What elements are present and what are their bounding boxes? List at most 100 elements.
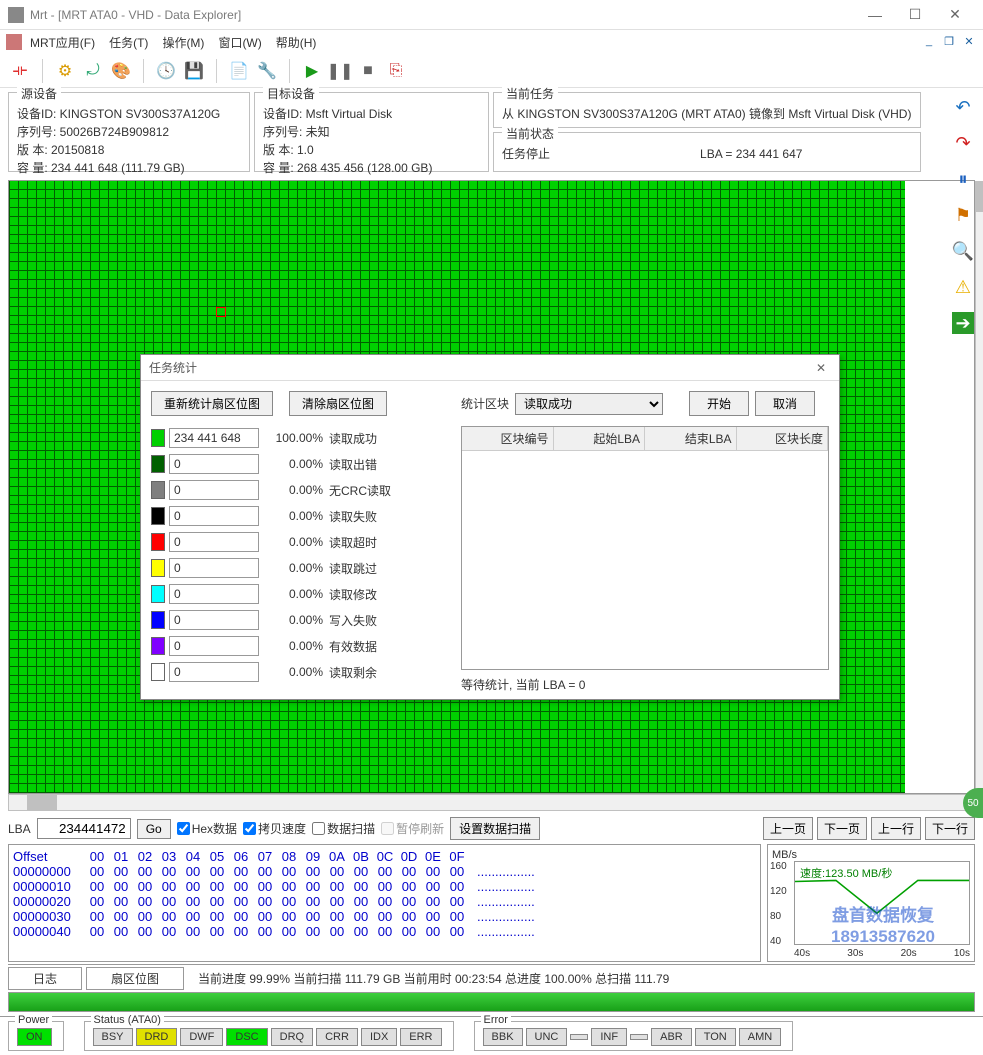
map-hscrollbar[interactable]	[8, 794, 975, 811]
menu-help[interactable]: 帮助(H)	[276, 34, 317, 51]
dst-ver: 版 本: 1.0	[263, 141, 480, 159]
toolbar-gear-icon[interactable]: ⚙	[53, 59, 77, 83]
minimize-button[interactable]: —	[855, 0, 895, 30]
stat-pct: 0.00%	[265, 535, 323, 549]
speed-unit: MB/s	[772, 849, 970, 861]
mdi-min-button[interactable]: _	[921, 35, 937, 49]
cb-pause[interactable]: 暂停刷新	[381, 820, 444, 837]
prev-page-button[interactable]: 上一页	[763, 817, 813, 840]
start-button[interactable]: 开始	[689, 391, 749, 416]
mdi-close-button[interactable]: ✕	[961, 35, 977, 49]
side-search-icon[interactable]: 🔍	[952, 240, 974, 262]
dialog-close-button[interactable]: ✕	[811, 361, 831, 375]
toolbar-hammer-icon[interactable]: 🔧	[255, 59, 279, 83]
stat-swatch	[151, 507, 165, 525]
src-cap: 容 量: 234 441 648 (111.79 GB)	[17, 159, 241, 177]
maximize-button[interactable]: ☐	[895, 0, 935, 30]
stat-label: 无CRC读取	[329, 482, 391, 499]
side-undo-icon[interactable]: ↶	[952, 96, 974, 118]
toolbar-refresh-icon[interactable]: ⤾	[81, 59, 105, 83]
toolbar-device-icon[interactable]: ⟛	[8, 59, 32, 83]
cb-scan[interactable]: 数据扫描	[312, 820, 375, 837]
toolbar-save-icon[interactable]: 💾	[182, 59, 206, 83]
panel-state: 当前状态 任务停止LBA = 234 441 647	[493, 132, 921, 172]
toolbar-clock-icon[interactable]: 🕓	[154, 59, 178, 83]
th-start[interactable]: 起始LBA	[554, 427, 646, 450]
led-bsy: BSY	[93, 1028, 133, 1046]
src-ver: 版 本: 20150818	[17, 141, 241, 159]
toolbar-exit-icon[interactable]: ⎘	[384, 59, 408, 83]
hex-view[interactable]: Offset 000102030405060708090A0B0C0D0E0F …	[8, 844, 761, 962]
block-label: 统计区块	[461, 395, 509, 412]
block-table[interactable]: 区块编号 起始LBA 结束LBA 区块长度	[461, 426, 829, 670]
toolbar-play-icon[interactable]: ▶	[300, 59, 324, 83]
lba-input[interactable]	[37, 818, 131, 839]
led-on: ON	[17, 1028, 52, 1046]
menu-app[interactable]: MRT应用(F)	[30, 34, 95, 51]
toolbar-palette-icon[interactable]: 🎨	[109, 59, 133, 83]
panel-source-title: 源设备	[17, 85, 61, 102]
recalc-button[interactable]: 重新统计扇区位图	[151, 391, 273, 416]
led-drd: DRD	[136, 1028, 178, 1046]
state-lba: LBA = 234 441 647	[700, 145, 802, 163]
info-panels: 源设备 设备ID: KINGSTON SV300S37A120G 序列号: 50…	[0, 88, 983, 176]
hex-header-offset: Offset	[13, 849, 85, 864]
side-toolbar: ↶ ↷ ⏸ ⚑ 🔍 ⚠ ➔	[949, 96, 977, 334]
stat-value: 234 441 648	[169, 428, 259, 448]
stat-value: 0	[169, 558, 259, 578]
led-drq: DRQ	[271, 1028, 313, 1046]
panel-dest: 目标设备 设备ID: Msft Virtual Disk 序列号: 未知 版 本…	[254, 92, 489, 172]
menu-win[interactable]: 窗口(W)	[218, 34, 261, 51]
side-warn-icon[interactable]: ⚠	[952, 276, 974, 298]
app-menu-icon[interactable]	[6, 34, 22, 50]
stat-value: 0	[169, 480, 259, 500]
cancel-button[interactable]: 取消	[755, 391, 815, 416]
close-button[interactable]: ✕	[935, 0, 975, 30]
next-row-button[interactable]: 下一行	[925, 817, 975, 840]
lba-label: LBA	[8, 822, 31, 836]
th-id[interactable]: 区块编号	[462, 427, 554, 450]
stat-swatch	[151, 559, 165, 577]
led-err: AMN	[739, 1028, 781, 1046]
stat-value: 0	[169, 532, 259, 552]
stat-label: 读取修改	[329, 586, 377, 603]
th-end[interactable]: 结束LBA	[645, 427, 737, 450]
stat-swatch	[151, 663, 165, 681]
go-button[interactable]: Go	[137, 819, 171, 839]
toolbar-doc-icon[interactable]: 📄	[227, 59, 251, 83]
side-next-icon[interactable]: ➔	[952, 312, 974, 334]
toolbar: ⟛ ⚙ ⤾ 🎨 🕓 💾 📄 🔧 ▶ ❚❚ ■ ⎘	[0, 54, 983, 88]
src-id: 设备ID: KINGSTON SV300S37A120G	[17, 105, 241, 123]
prev-row-button[interactable]: 上一行	[871, 817, 921, 840]
panel-state-title: 当前状态	[502, 125, 558, 142]
stat-swatch	[151, 637, 165, 655]
toolbar-stop-icon[interactable]: ■	[356, 59, 380, 83]
side-redo-icon[interactable]: ↷	[952, 132, 974, 154]
th-len[interactable]: 区块长度	[737, 427, 829, 450]
sector-cursor	[216, 307, 226, 317]
cb-hex[interactable]: Hex数据	[177, 820, 237, 837]
side-flag-icon[interactable]: ⚑	[952, 204, 974, 226]
led-idx: IDX	[361, 1028, 397, 1046]
window-title: Mrt - [MRT ATA0 - VHD - Data Explorer]	[30, 8, 855, 22]
tab-log[interactable]: 日志	[8, 967, 82, 990]
stat-value: 0	[169, 584, 259, 604]
tab-map[interactable]: 扇区位图	[86, 967, 184, 990]
menubar: MRT应用(F) 任务(T) 操作(M) 窗口(W) 帮助(H) _ ❐ ✕	[0, 30, 983, 54]
lower-panel: LBA Go Hex数据 拷贝速度 数据扫描 暂停刷新 设置数据扫描 上一页 下…	[0, 811, 983, 1012]
dialog-title: 任务统计	[149, 359, 811, 376]
set-scan-button[interactable]: 设置数据扫描	[450, 817, 540, 840]
menu-task[interactable]: 任务(T)	[109, 34, 148, 51]
src-serial: 序列号: 50026B724B909812	[17, 123, 241, 141]
next-page-button[interactable]: 下一页	[817, 817, 867, 840]
toolbar-pause-icon[interactable]: ❚❚	[328, 59, 352, 83]
mdi-restore-button[interactable]: ❐	[941, 35, 957, 49]
led-err: UNC	[526, 1028, 568, 1046]
stat-swatch	[151, 455, 165, 473]
side-pause-icon[interactable]: ⏸	[952, 168, 974, 190]
cb-copy[interactable]: 拷贝速度	[243, 820, 306, 837]
menu-op[interactable]: 操作(M)	[162, 34, 204, 51]
clear-button[interactable]: 清除扇区位图	[289, 391, 387, 416]
block-select[interactable]: 读取成功	[515, 393, 663, 415]
progress-bar	[8, 992, 975, 1012]
